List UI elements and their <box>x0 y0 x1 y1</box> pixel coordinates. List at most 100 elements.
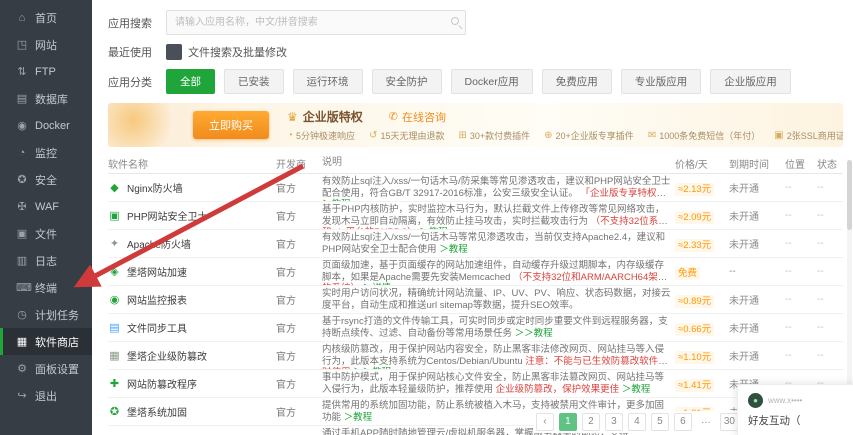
position: -- <box>785 208 817 223</box>
page-button-1[interactable]: 1 <box>559 413 577 431</box>
software-name[interactable]: 文件同步工具 <box>127 320 187 335</box>
table-row[interactable]: ◉ 网站监控报表 官方 实时用户访问状况，精确统计网站流量、IP、UV、PV、响应… <box>108 286 843 314</box>
tab-pro-apps[interactable]: 专业版应用 <box>621 69 702 94</box>
tutorial-link[interactable]: ＞教程 <box>419 227 448 229</box>
sidebar-item-home[interactable]: ⌂首页 <box>0 4 92 31</box>
sidebar-item-logs[interactable]: ▥ 日志 <box>0 247 92 274</box>
software-name[interactable]: 堡塔网站加速 <box>127 264 187 279</box>
sidebar-item-ftp[interactable]: ⇅FTP <box>0 58 92 85</box>
tutorial-link[interactable]: ＞详情 <box>363 283 392 285</box>
app-store-icon: ▦ <box>16 335 28 348</box>
tutorial-link[interactable]: ＞教程 <box>322 199 351 201</box>
sidebar-item-label: Docker <box>35 120 70 132</box>
sidebar-item-security[interactable]: ✪安全 <box>0 166 92 193</box>
tab-docker-apps[interactable]: Docker应用 <box>451 69 533 94</box>
page-prev-button[interactable]: ‹ <box>536 413 554 431</box>
page-button-6[interactable]: 6 <box>674 413 692 431</box>
online-consult-link[interactable]: ✆在线咨询 <box>389 109 446 125</box>
sidebar-item-label: 日志 <box>35 253 57 269</box>
search-icon[interactable] <box>451 17 459 25</box>
software-name[interactable]: 堡塔系统加固 <box>127 404 187 419</box>
page-button-5[interactable]: 5 <box>651 413 669 431</box>
crown-icon: ♛ <box>287 110 298 124</box>
sidebar-item-settings[interactable]: ⚙面板设置 <box>0 355 92 382</box>
tutorial-link[interactable]: ＞教程 <box>622 384 651 395</box>
expire-status: 未开通 <box>729 178 785 197</box>
tab-all[interactable]: 全部 <box>166 69 215 94</box>
enterprise-privilege-title: ♛企业版特权 <box>287 108 363 125</box>
sidebar-item-files[interactable]: ▣文件 <box>0 220 92 247</box>
status: -- <box>817 180 843 195</box>
logs-icon: ▥ <box>16 254 28 267</box>
sidebar-item-database[interactable]: ▤数据库 <box>0 85 92 112</box>
developer: 官方 <box>276 234 322 253</box>
site-report-icon: ◉ <box>108 293 121 306</box>
price: ≈1.41元 <box>675 375 729 393</box>
table-row[interactable]: ▦堡塔企业级防篡改 官方 内核级防篡改，用于保护网站内容安全，防止黑客非法修改网… <box>108 342 843 370</box>
table-header-row: 软件名称 开发商 说明 价格/天 到期时间 位置 状态 <box>108 153 843 174</box>
sidebar-item-app-store[interactable]: ▦软件商店 <box>0 328 92 355</box>
site-avatar-icon: ● <box>748 393 763 408</box>
description: 实时用户访问状况，精确统计网站流量、IP、UV、PV、响应、状态码数据，对接云度… <box>322 286 675 313</box>
table-row[interactable]: ✦Apache防火墙 官方 有效防止sql注入/xss/一句话木马等常见渗透攻击… <box>108 230 843 258</box>
software-name[interactable]: 网站监控报表 <box>127 292 187 307</box>
database-icon: ▤ <box>16 92 28 105</box>
enterprise-promo-banner[interactable]: 立即购买 ♛企业版特权 ✆在线咨询 ◔5分钟极速响应 ↺15天无理由退款 ⊞30… <box>108 103 843 147</box>
search-box <box>166 10 466 35</box>
software-name[interactable]: Nginx防火墙 <box>127 180 183 195</box>
tab-enterprise-apps[interactable]: 企业版应用 <box>710 69 791 94</box>
plugins-icon: ⊞ <box>458 130 466 141</box>
software-name[interactable]: Apache防火墙 <box>127 236 191 251</box>
notification-popup[interactable]: ● www.x•••• 好友互动（ <box>737 384 853 435</box>
sidebar-item-logout[interactable]: ↪退出 <box>0 382 92 409</box>
tab-security[interactable]: 安全防护 <box>372 69 442 94</box>
tutorial-link[interactable]: ＞教程 <box>344 412 373 423</box>
sidebar-item-terminal[interactable]: ⌨终端 <box>0 274 92 301</box>
feature-paid-plugins: ⊞30+款付费插件 <box>458 129 530 142</box>
developer: 官方 <box>276 206 322 225</box>
table-row[interactable]: ◈堡塔网站加速 官方 页面级加速，基于页面缓存的网站加速组件，自动缓存升级过期脚… <box>108 258 843 286</box>
scrollbar-thumb[interactable] <box>847 160 852 230</box>
page-button-2[interactable]: 2 <box>582 413 600 431</box>
chat-icon: ✆ <box>389 110 398 123</box>
col-status: 状态 <box>817 154 843 173</box>
tab-free-apps[interactable]: 免费应用 <box>542 69 612 94</box>
software-name[interactable]: 堡塔企业级防篡改 <box>127 348 207 363</box>
table-row[interactable]: ▣PHP网站安全卫士 官方 基于PHP内核防护，实时监控木马行为，默认拦截文件上… <box>108 202 843 230</box>
position: -- <box>785 320 817 335</box>
logout-icon: ↪ <box>16 389 28 402</box>
buy-now-button[interactable]: 立即购买 <box>193 111 269 139</box>
tutorial-link[interactable]: ＞＞教程 <box>353 367 391 369</box>
sidebar-item-cron[interactable]: ◷计划任务 <box>0 301 92 328</box>
developer: 官方 <box>276 178 322 197</box>
page-button-3[interactable]: 3 <box>605 413 623 431</box>
website-icon: ◳ <box>16 38 28 51</box>
sidebar-item-website[interactable]: ◳网站 <box>0 31 92 58</box>
table-row[interactable]: ▤文件同步工具 官方 基于rsync打造的文件传输工具，可实时同步或定时同步重要… <box>108 314 843 342</box>
tutorial-link[interactable]: ＞＞教程 <box>515 328 553 339</box>
nginx-waf-icon: ◆ <box>108 181 121 194</box>
tutorial-link[interactable]: ＞教程 <box>439 244 468 255</box>
sidebar-item-label: FTP <box>35 66 56 78</box>
table-row[interactable]: ◆Nginx防火墙 官方 有效防止sql注入/xss/一句话木马/防采集等常见渗… <box>108 174 843 202</box>
table-row[interactable]: ✚网站防篡改程序 官方 事中防护模式，用于保护网站核心文件安全，防止黑客非法篡改… <box>108 370 843 398</box>
sidebar-item-monitor[interactable]: ◔监控 <box>0 139 92 166</box>
app-search-row: 应用搜索 <box>108 10 843 35</box>
position: -- <box>785 264 817 279</box>
php-guard-icon: ▣ <box>108 209 121 222</box>
software-name[interactable]: 网站防篡改程序 <box>127 376 197 391</box>
sidebar-item-waf[interactable]: ✠WAF <box>0 193 92 220</box>
developer: 官方 <box>276 262 322 281</box>
tab-installed[interactable]: 已安装 <box>224 69 284 94</box>
docker-icon: ◉ <box>16 119 28 132</box>
developer: 官方 <box>276 290 322 309</box>
software-name[interactable]: PHP网站安全卫士 <box>127 208 208 223</box>
sidebar-item-label: 终端 <box>35 280 57 296</box>
security-icon: ✪ <box>16 173 28 186</box>
tab-runtime[interactable]: 运行环境 <box>293 69 363 94</box>
page-button-4[interactable]: 4 <box>628 413 646 431</box>
recent-used-item[interactable]: 文件搜索及批量修改 <box>166 44 287 60</box>
sidebar-item-docker[interactable]: ◉ Docker <box>0 112 92 139</box>
desc-note: 企业级防篡改，保护效果更佳 <box>496 384 620 395</box>
search-input[interactable] <box>166 10 466 35</box>
